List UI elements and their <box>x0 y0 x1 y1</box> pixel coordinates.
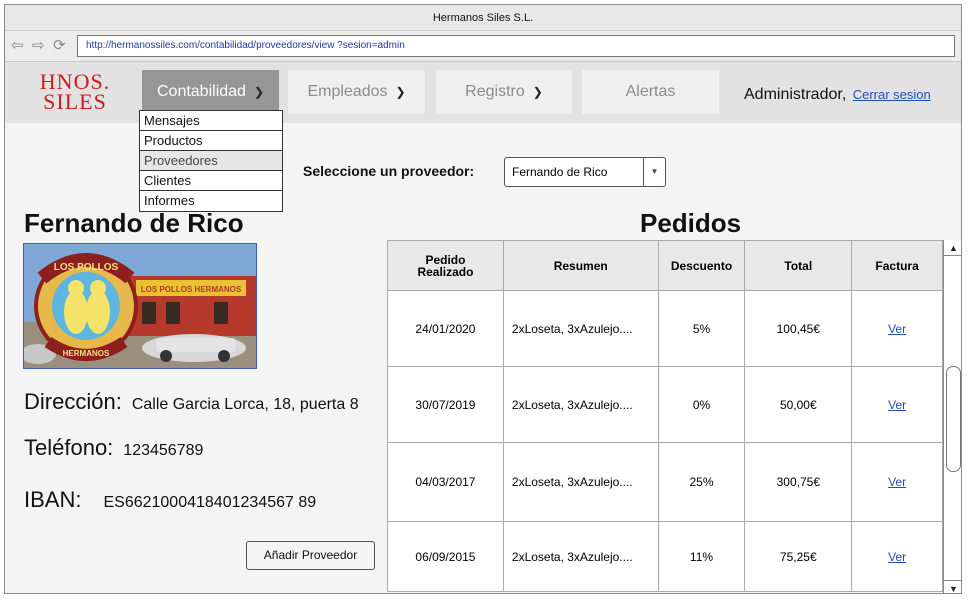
order-discount: 11% <box>657 521 746 592</box>
phone-value: 123456789 <box>123 442 204 459</box>
table-row[interactable]: 06/09/2015 2xLoseta, 3xAzulejo.... 11% 7… <box>387 521 943 592</box>
order-summary: 2xLoseta, 3xAzulejo.... <box>502 442 659 522</box>
logo-line-2: SILES <box>43 89 107 114</box>
scroll-up-icon[interactable]: ▲ <box>944 240 961 256</box>
order-discount: 0% <box>657 366 746 443</box>
phone-row: Teléfono: 123456789 <box>24 435 203 461</box>
address-value: Calle Garcia Lorca, 18, puerta 8 <box>131 396 359 413</box>
order-date: 24/01/2020 <box>387 290 504 367</box>
orders-title: Pedidos <box>640 208 742 238</box>
order-date: 06/09/2015 <box>387 521 504 592</box>
phone-label: Teléfono: <box>24 435 114 460</box>
col-header-invoice[interactable]: Factura <box>851 240 943 291</box>
provider-name: Fernando de Rico <box>24 208 244 238</box>
col-header-date[interactable]: Pedido Realizado <box>387 240 504 291</box>
user-name: Administrador, <box>744 86 847 103</box>
tab-empleados[interactable]: Empleados ❯ <box>288 70 425 114</box>
forward-arrow-icon[interactable]: ⇨ <box>32 38 45 53</box>
address-row: Dirección: Calle Garcia Lorca, 18, puerta… <box>24 389 359 415</box>
address-bar: ⇦ ⇨ ⟳ http://hermanossiles.com/contabili… <box>5 31 961 61</box>
add-provider-button[interactable]: Añadir Proveedor <box>246 541 375 570</box>
chevron-down-icon: ❯ <box>253 85 264 99</box>
table-row[interactable]: 30/07/2019 2xLoseta, 3xAzulejo.... 0% 50… <box>387 366 943 443</box>
order-date: 30/07/2019 <box>387 366 504 443</box>
table-row[interactable]: 04/03/2017 2xLoseta, 3xAzulejo.... 25% 3… <box>387 442 943 522</box>
menu-item-proveedores[interactable]: Proveedores <box>140 151 282 171</box>
menu-item-mensajes[interactable]: Mensajes <box>140 111 282 131</box>
menu-item-clientes[interactable]: Clientes <box>140 171 282 191</box>
orders-scrollbar[interactable]: ▲ ▼ <box>943 240 961 593</box>
col-header-summary[interactable]: Resumen <box>502 240 659 291</box>
dropdown-arrow-icon[interactable]: ▼ <box>643 158 665 186</box>
order-summary: 2xLoseta, 3xAzulejo.... <box>502 521 659 592</box>
order-total: 100,45€ <box>744 290 853 367</box>
order-total: 300,75€ <box>744 442 853 522</box>
invoice-link[interactable]: Ver <box>888 550 906 564</box>
invoice-link[interactable]: Ver <box>888 398 906 412</box>
company-logo[interactable]: HNOS. SILES <box>35 71 115 114</box>
tab-alertas-label: Alertas <box>625 83 676 100</box>
tab-alertas[interactable]: Alertas <box>582 70 719 114</box>
orders-header-row: Pedido Realizado Resumen Descuento Total… <box>387 240 943 291</box>
menu-item-productos[interactable]: Productos <box>140 131 282 151</box>
user-info: Administrador, Cerrar sesion <box>744 86 931 104</box>
address-label: Dirección: <box>24 389 122 414</box>
url-field[interactable]: http://hermanossiles.com/contabilidad/pr… <box>77 35 955 57</box>
window-title: Hermanos Siles S.L. <box>5 5 961 31</box>
tab-contabilidad[interactable]: Contabilidad ❯ <box>142 70 279 114</box>
tab-registro-label: Registro <box>465 83 525 100</box>
provider-select[interactable]: Fernando de Rico ▼ <box>504 157 666 187</box>
invoice-link[interactable]: Ver <box>888 322 906 336</box>
col-header-discount[interactable]: Descuento <box>657 240 746 291</box>
orders-table: Pedido Realizado Resumen Descuento Total… <box>387 240 943 592</box>
logout-link[interactable]: Cerrar sesion <box>853 87 931 102</box>
invoice-link[interactable]: Ver <box>888 475 906 489</box>
order-summary: 2xLoseta, 3xAzulejo.... <box>502 290 659 367</box>
photo-shop-sign: LOS POLLOS HERMANOS <box>141 285 242 294</box>
order-discount: 5% <box>657 290 746 367</box>
contabilidad-menu: Mensajes Productos Proveedores Clientes … <box>139 110 283 212</box>
back-arrow-icon[interactable]: ⇦ <box>11 38 24 53</box>
col-header-total[interactable]: Total <box>744 240 853 291</box>
iban-label: IBAN: <box>24 487 82 512</box>
chevron-down-icon: ❯ <box>395 85 406 99</box>
photo-sign-bottom: HERMANOS <box>63 349 110 358</box>
order-date: 04/03/2017 <box>387 442 504 522</box>
order-total: 50,00€ <box>744 366 853 443</box>
refresh-icon[interactable]: ⟳ <box>53 38 66 53</box>
scroll-down-icon[interactable]: ▼ <box>944 580 961 593</box>
provider-photo: LOS POLLOS HERMANOS LOS POLLOS HERMANOS <box>23 243 257 369</box>
table-row[interactable]: 24/01/2020 2xLoseta, 3xAzulejo.... 5% 10… <box>387 290 943 367</box>
browser-window: Hermanos Siles S.L. ⇦ ⇨ ⟳ http://hermano… <box>4 4 962 594</box>
tab-registro[interactable]: Registro ❯ <box>436 70 572 114</box>
tab-contabilidad-label: Contabilidad <box>156 83 246 100</box>
provider-select-value: Fernando de Rico <box>512 165 608 179</box>
tab-empleados-label: Empleados <box>307 83 388 100</box>
provider-select-label: Seleccione un proveedor: <box>303 163 475 179</box>
order-summary: 2xLoseta, 3xAzulejo.... <box>502 366 659 443</box>
iban-value: ES6621000418401234567 89 <box>103 494 317 511</box>
scroll-thumb[interactable] <box>946 366 961 472</box>
chevron-down-icon: ❯ <box>532 85 543 99</box>
order-discount: 25% <box>657 442 746 522</box>
order-total: 75,25€ <box>744 521 853 592</box>
iban-row: IBAN: ES6621000418401234567 89 <box>24 487 316 513</box>
menu-item-informes[interactable]: Informes <box>140 191 282 211</box>
photo-sign-top: LOS POLLOS <box>54 262 119 273</box>
